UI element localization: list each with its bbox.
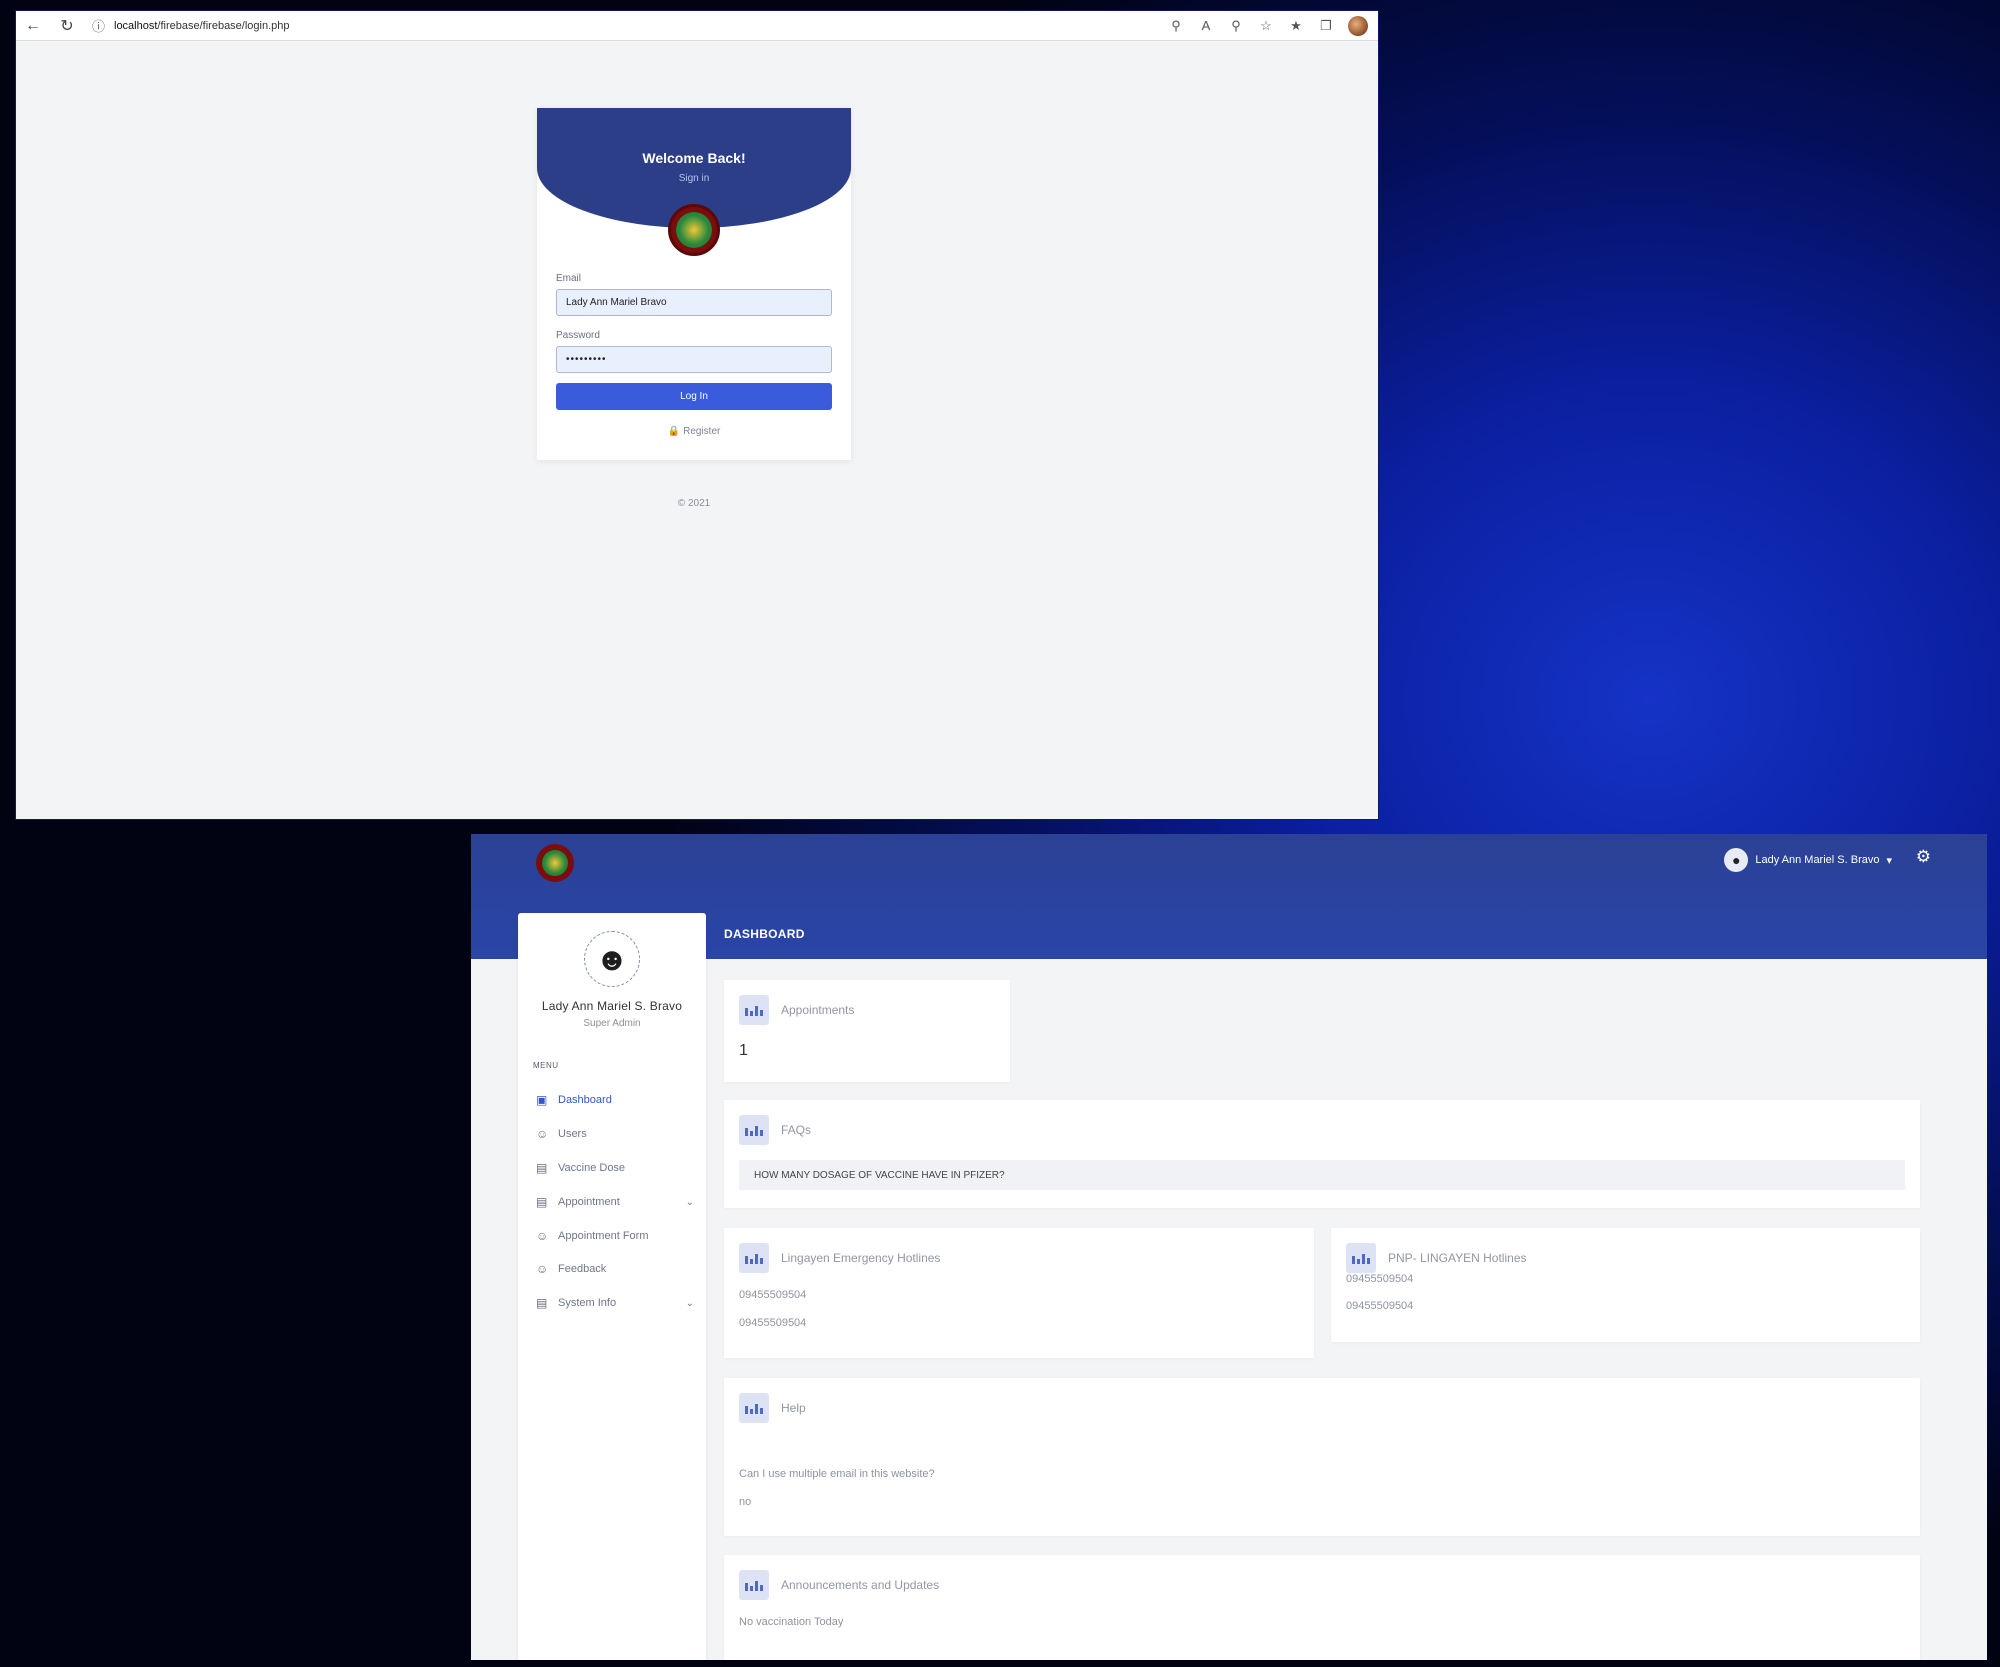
- login-button[interactable]: Log In: [556, 383, 832, 410]
- password-label: Password: [556, 330, 600, 341]
- emergency-number: 09455509504: [739, 1317, 807, 1329]
- profile-avatar: ☻: [584, 931, 640, 987]
- calendar-icon: ▤: [536, 1296, 548, 1310]
- user-circle-icon: ☺: [536, 1229, 549, 1243]
- gear-icon[interactable]: ⚙: [1916, 847, 1931, 867]
- bar-chart-icon: [739, 1570, 769, 1600]
- login-card: Welcome Back! Sign in Email Lady Ann Mar…: [537, 108, 851, 460]
- faqs-card: FAQs HOW MANY DOSAGE OF VACCINE HAVE IN …: [724, 1100, 1920, 1208]
- chevron-down-icon: ▾: [1886, 854, 1892, 867]
- email-field[interactable]: Lady Ann Mariel Bravo: [556, 289, 832, 316]
- announcement-text: No vaccination Today: [739, 1616, 844, 1628]
- bar-chart-icon: [739, 995, 769, 1025]
- help-card: Help Can I use multiple email in this we…: [724, 1378, 1920, 1536]
- appointments-card: Appointments 1: [724, 980, 1010, 1082]
- read-aloud-icon[interactable]: A: [1192, 11, 1220, 41]
- appointments-count: 1: [739, 1042, 748, 1059]
- sidebar: ☻ Lady Ann Mariel S. Bravo Super Admin M…: [518, 913, 706, 1660]
- calendar-icon: ▤: [536, 1195, 548, 1209]
- password-field[interactable]: •••••••••: [556, 346, 832, 373]
- bar-chart-icon: [1346, 1243, 1376, 1273]
- signin-subtitle: Sign in: [678, 173, 710, 184]
- pnp-number: 09455509504: [1346, 1273, 1414, 1285]
- pnp-hotlines-title: PNP- LINGAYEN Hotlines: [1388, 1251, 1527, 1265]
- welcome-heading: Welcome Back!: [642, 150, 746, 166]
- emergency-hotlines-card: Lingayen Emergency Hotlines 09455509504 …: [724, 1228, 1314, 1358]
- announcements-title: Announcements and Updates: [781, 1578, 940, 1592]
- announcements-card: Announcements and Updates No vaccination…: [724, 1555, 1920, 1660]
- page-title: DASHBOARD: [724, 927, 805, 941]
- municipal-seal-logo: [668, 204, 720, 256]
- address-bar[interactable]: ⓘ localhost/firebase/firebase/login.php: [92, 11, 1162, 41]
- sidebar-item-dashboard[interactable]: ▣ Dashboard: [536, 1089, 694, 1111]
- user-circle-icon: ☺: [536, 1262, 549, 1276]
- emergency-hotlines-title: Lingayen Emergency Hotlines: [781, 1251, 941, 1265]
- browser-toolbar: ← ↻ ⓘ localhost/firebase/firebase/login.…: [16, 11, 1378, 41]
- emergency-number: 09455509504: [739, 1289, 807, 1301]
- back-icon[interactable]: ←: [16, 11, 50, 41]
- register-link[interactable]: Register: [683, 426, 720, 437]
- bar-chart-icon: [739, 1115, 769, 1145]
- reload-icon[interactable]: ↻: [50, 11, 84, 41]
- user-avatar-icon: ●: [1724, 848, 1749, 872]
- browser-profile-avatar[interactable]: [1348, 15, 1368, 36]
- monitor-icon: ▣: [536, 1093, 548, 1107]
- key-icon[interactable]: ⚲: [1162, 11, 1190, 41]
- email-label: Email: [556, 273, 582, 284]
- sidebar-item-feedback[interactable]: ☺ Feedback: [536, 1258, 694, 1280]
- profile-role: Super Admin: [583, 1018, 641, 1029]
- chevron-down-icon: ⌄: [685, 1297, 694, 1309]
- calendar-icon: ▤: [536, 1161, 548, 1175]
- sidebar-item-users[interactable]: ☺ Users: [536, 1123, 694, 1145]
- appointments-title: Appointments: [781, 1003, 855, 1017]
- dashboard-logo[interactable]: [536, 844, 574, 882]
- pnp-number: 09455509504: [1346, 1300, 1414, 1312]
- add-favorite-icon[interactable]: ☆: [1252, 11, 1280, 41]
- sidebar-item-appointment-form[interactable]: ☺ Appointment Form: [536, 1225, 694, 1247]
- bar-chart-icon: [739, 1243, 769, 1273]
- copyright: © 2021: [677, 498, 711, 509]
- help-question: Can I use multiple email in this website…: [739, 1468, 935, 1480]
- lock-icon: 🔒: [667, 426, 681, 437]
- faqs-title: FAQs: [781, 1123, 812, 1137]
- site-info-icon[interactable]: ⓘ: [92, 16, 114, 35]
- chevron-down-icon: ⌄: [685, 1196, 694, 1208]
- collections-icon[interactable]: ❐: [1312, 11, 1340, 41]
- user-menu-name: Lady Ann Mariel S. Bravo: [1755, 854, 1880, 866]
- sidebar-item-vaccine-dose[interactable]: ▤ Vaccine Dose: [536, 1157, 694, 1179]
- register-link-row[interactable]: 🔒 Register: [537, 426, 851, 437]
- login-browser-window: ← ↻ ⓘ localhost/firebase/firebase/login.…: [16, 11, 1378, 819]
- bar-chart-icon: [739, 1393, 769, 1423]
- address-url: localhost/firebase/firebase/login.php: [114, 19, 290, 32]
- help-answer: no: [739, 1496, 752, 1508]
- user-menu[interactable]: ● Lady Ann Mariel S. Bravo ▾: [1724, 848, 1892, 872]
- sidebar-item-system-info[interactable]: ▤ System Info ⌄: [536, 1292, 694, 1314]
- user-circle-icon: ☺: [536, 1127, 549, 1141]
- menu-heading: MENU: [533, 1061, 559, 1070]
- sidebar-item-appointment[interactable]: ▤ Appointment ⌄: [536, 1191, 694, 1213]
- help-title: Help: [781, 1401, 806, 1415]
- profile-name: Lady Ann Mariel S. Bravo: [541, 999, 683, 1013]
- faq-question[interactable]: HOW MANY DOSAGE OF VACCINE HAVE IN PFIZE…: [739, 1160, 1905, 1190]
- favorites-icon[interactable]: ★: [1282, 11, 1310, 41]
- browser-actions: ⚲ A ⚲ ☆ ★ ❐: [1162, 11, 1378, 41]
- zoom-icon[interactable]: ⚲: [1222, 11, 1250, 41]
- dashboard-window: ● Lady Ann Mariel S. Bravo ▾ ⚙ DASHBOARD…: [471, 834, 1987, 1660]
- pnp-hotlines-card: PNP- LINGAYEN Hotlines 09455509504 09455…: [1331, 1228, 1920, 1342]
